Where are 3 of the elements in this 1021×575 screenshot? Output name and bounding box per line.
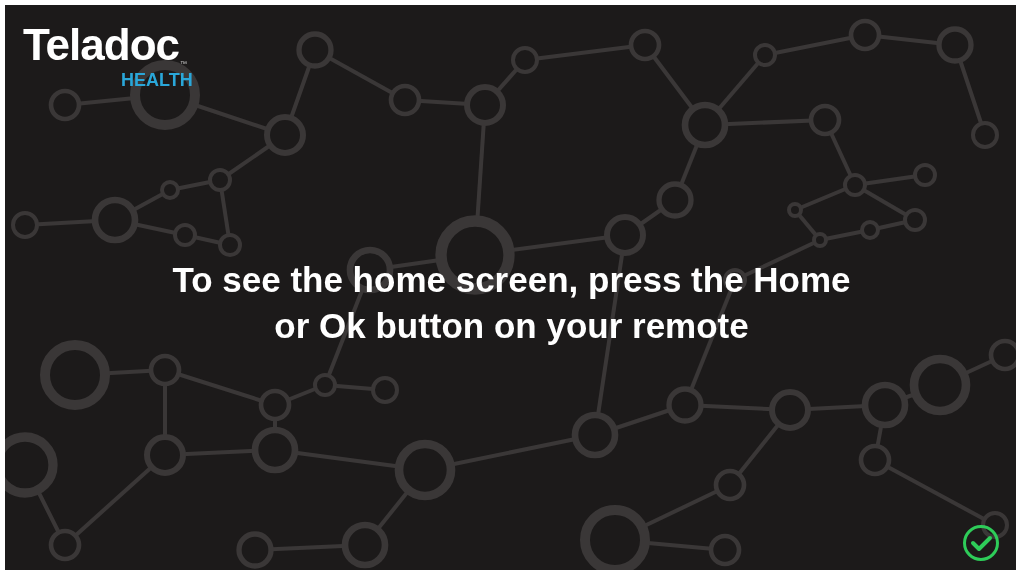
logo-subtitle: HEALTH xyxy=(121,70,193,91)
instruction-message: To see the home screen, press the Home or Ok button on your remote xyxy=(171,259,852,347)
logo-wordmark: Teladoc xyxy=(23,23,179,67)
